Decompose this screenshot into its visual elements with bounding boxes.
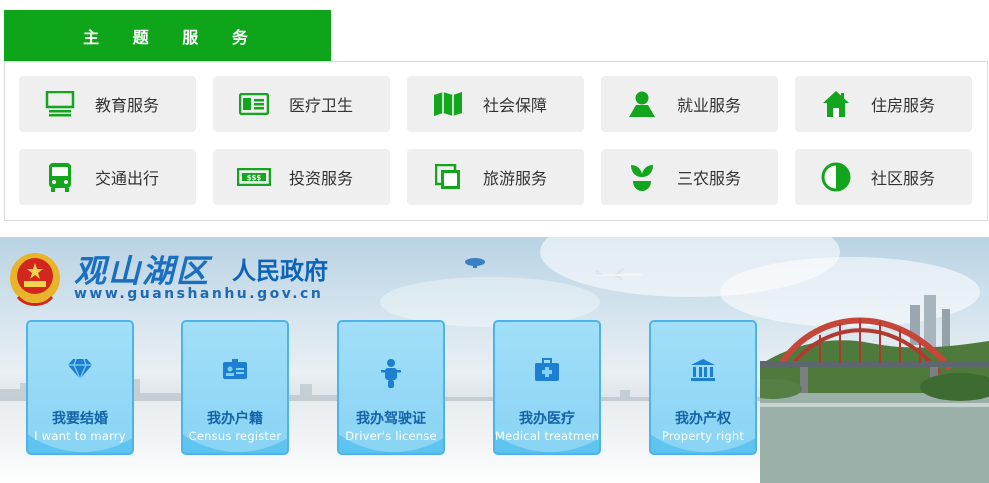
service-label: 三农服务 bbox=[677, 169, 742, 188]
card-title-cn: 我办户籍 bbox=[207, 411, 263, 427]
airplane-icon bbox=[595, 268, 643, 280]
service-community[interactable]: 社区服务 bbox=[795, 149, 972, 205]
house-icon bbox=[819, 89, 853, 119]
motorcycle-icon bbox=[339, 358, 443, 388]
card-marriage[interactable]: 我要结婚 I want to marry bbox=[26, 320, 134, 455]
card-census[interactable]: 我办户籍 Census register bbox=[181, 320, 289, 455]
card-title-cn: 我办产权 bbox=[675, 411, 731, 427]
service-investment[interactable]: $$$ 投资服务 bbox=[213, 149, 390, 205]
government-label: 人民政府 bbox=[232, 257, 328, 285]
service-label: 旅游服务 bbox=[483, 169, 548, 188]
service-social-security[interactable]: 社会保障 bbox=[407, 76, 584, 132]
service-label: 医疗卫生 bbox=[289, 96, 354, 115]
service-label: 交通出行 bbox=[95, 169, 160, 188]
bank-building-icon bbox=[651, 358, 755, 382]
service-education[interactable]: 教育服务 bbox=[19, 76, 196, 132]
id-card-icon bbox=[183, 358, 287, 380]
service-employment[interactable]: 就业服务 bbox=[601, 76, 778, 132]
card-title-en: Medical treatment bbox=[495, 429, 601, 443]
person-icon bbox=[625, 89, 659, 119]
card-title-en: Driver's license bbox=[345, 429, 437, 443]
card-medical[interactable]: 我办医疗 Medical treatment bbox=[493, 320, 601, 455]
card-title-en: Property right bbox=[661, 429, 745, 443]
bridge-landscape bbox=[760, 295, 989, 483]
service-label: 住房服务 bbox=[871, 96, 936, 115]
medical-card-icon bbox=[237, 89, 271, 119]
service-tourism[interactable]: 旅游服务 bbox=[407, 149, 584, 205]
service-label: 社区服务 bbox=[871, 169, 936, 188]
theme-services-title: 主 题 服 务 bbox=[83, 27, 262, 47]
card-title-cn: 我办医疗 bbox=[519, 411, 575, 427]
service-label: 社会保障 bbox=[483, 96, 548, 115]
balloon-icon bbox=[465, 258, 485, 268]
half-circle-icon bbox=[819, 162, 853, 192]
theme-services-panel: 教育服务 医疗卫生 社会保障 就业服务 住房服务 交通出行 $$$ 投资服务 旅… bbox=[4, 61, 988, 221]
service-label: 教育服务 bbox=[95, 96, 160, 115]
bus-icon bbox=[43, 162, 77, 192]
card-property[interactable]: 我办产权 Property right bbox=[649, 320, 757, 455]
service-label: 就业服务 bbox=[677, 96, 742, 115]
blackboard-icon bbox=[43, 89, 77, 119]
card-driver-license[interactable]: 我办驾驶证 Driver's license bbox=[337, 320, 445, 455]
district-banner: 观山湖区 人民政府 www.guanshanhu.gov.cn 我要结婚 I w… bbox=[0, 237, 989, 483]
sprout-icon bbox=[625, 162, 659, 192]
diamond-icon bbox=[28, 358, 132, 380]
service-transport[interactable]: 交通出行 bbox=[19, 149, 196, 205]
card-title-cn: 我要结婚 bbox=[52, 411, 108, 427]
website-url[interactable]: www.guanshanhu.gov.cn bbox=[74, 286, 323, 302]
service-label: 投资服务 bbox=[289, 169, 354, 188]
svg-text:$$$: $$$ bbox=[247, 174, 262, 182]
card-title-cn: 我办驾驶证 bbox=[356, 411, 426, 427]
service-housing[interactable]: 住房服务 bbox=[795, 76, 972, 132]
map-icon bbox=[431, 89, 465, 119]
national-emblem-icon bbox=[10, 253, 60, 306]
first-aid-kit-icon bbox=[495, 358, 599, 382]
photo-stack-icon bbox=[431, 162, 465, 192]
service-medical[interactable]: 医疗卫生 bbox=[213, 76, 390, 132]
card-title-en: I want to marry bbox=[34, 429, 126, 443]
service-agriculture[interactable]: 三农服务 bbox=[601, 149, 778, 205]
theme-services-tab[interactable]: 主 题 服 务 bbox=[4, 10, 331, 61]
banknote-icon: $$$ bbox=[237, 162, 271, 192]
card-title-en: Census register bbox=[188, 429, 282, 443]
